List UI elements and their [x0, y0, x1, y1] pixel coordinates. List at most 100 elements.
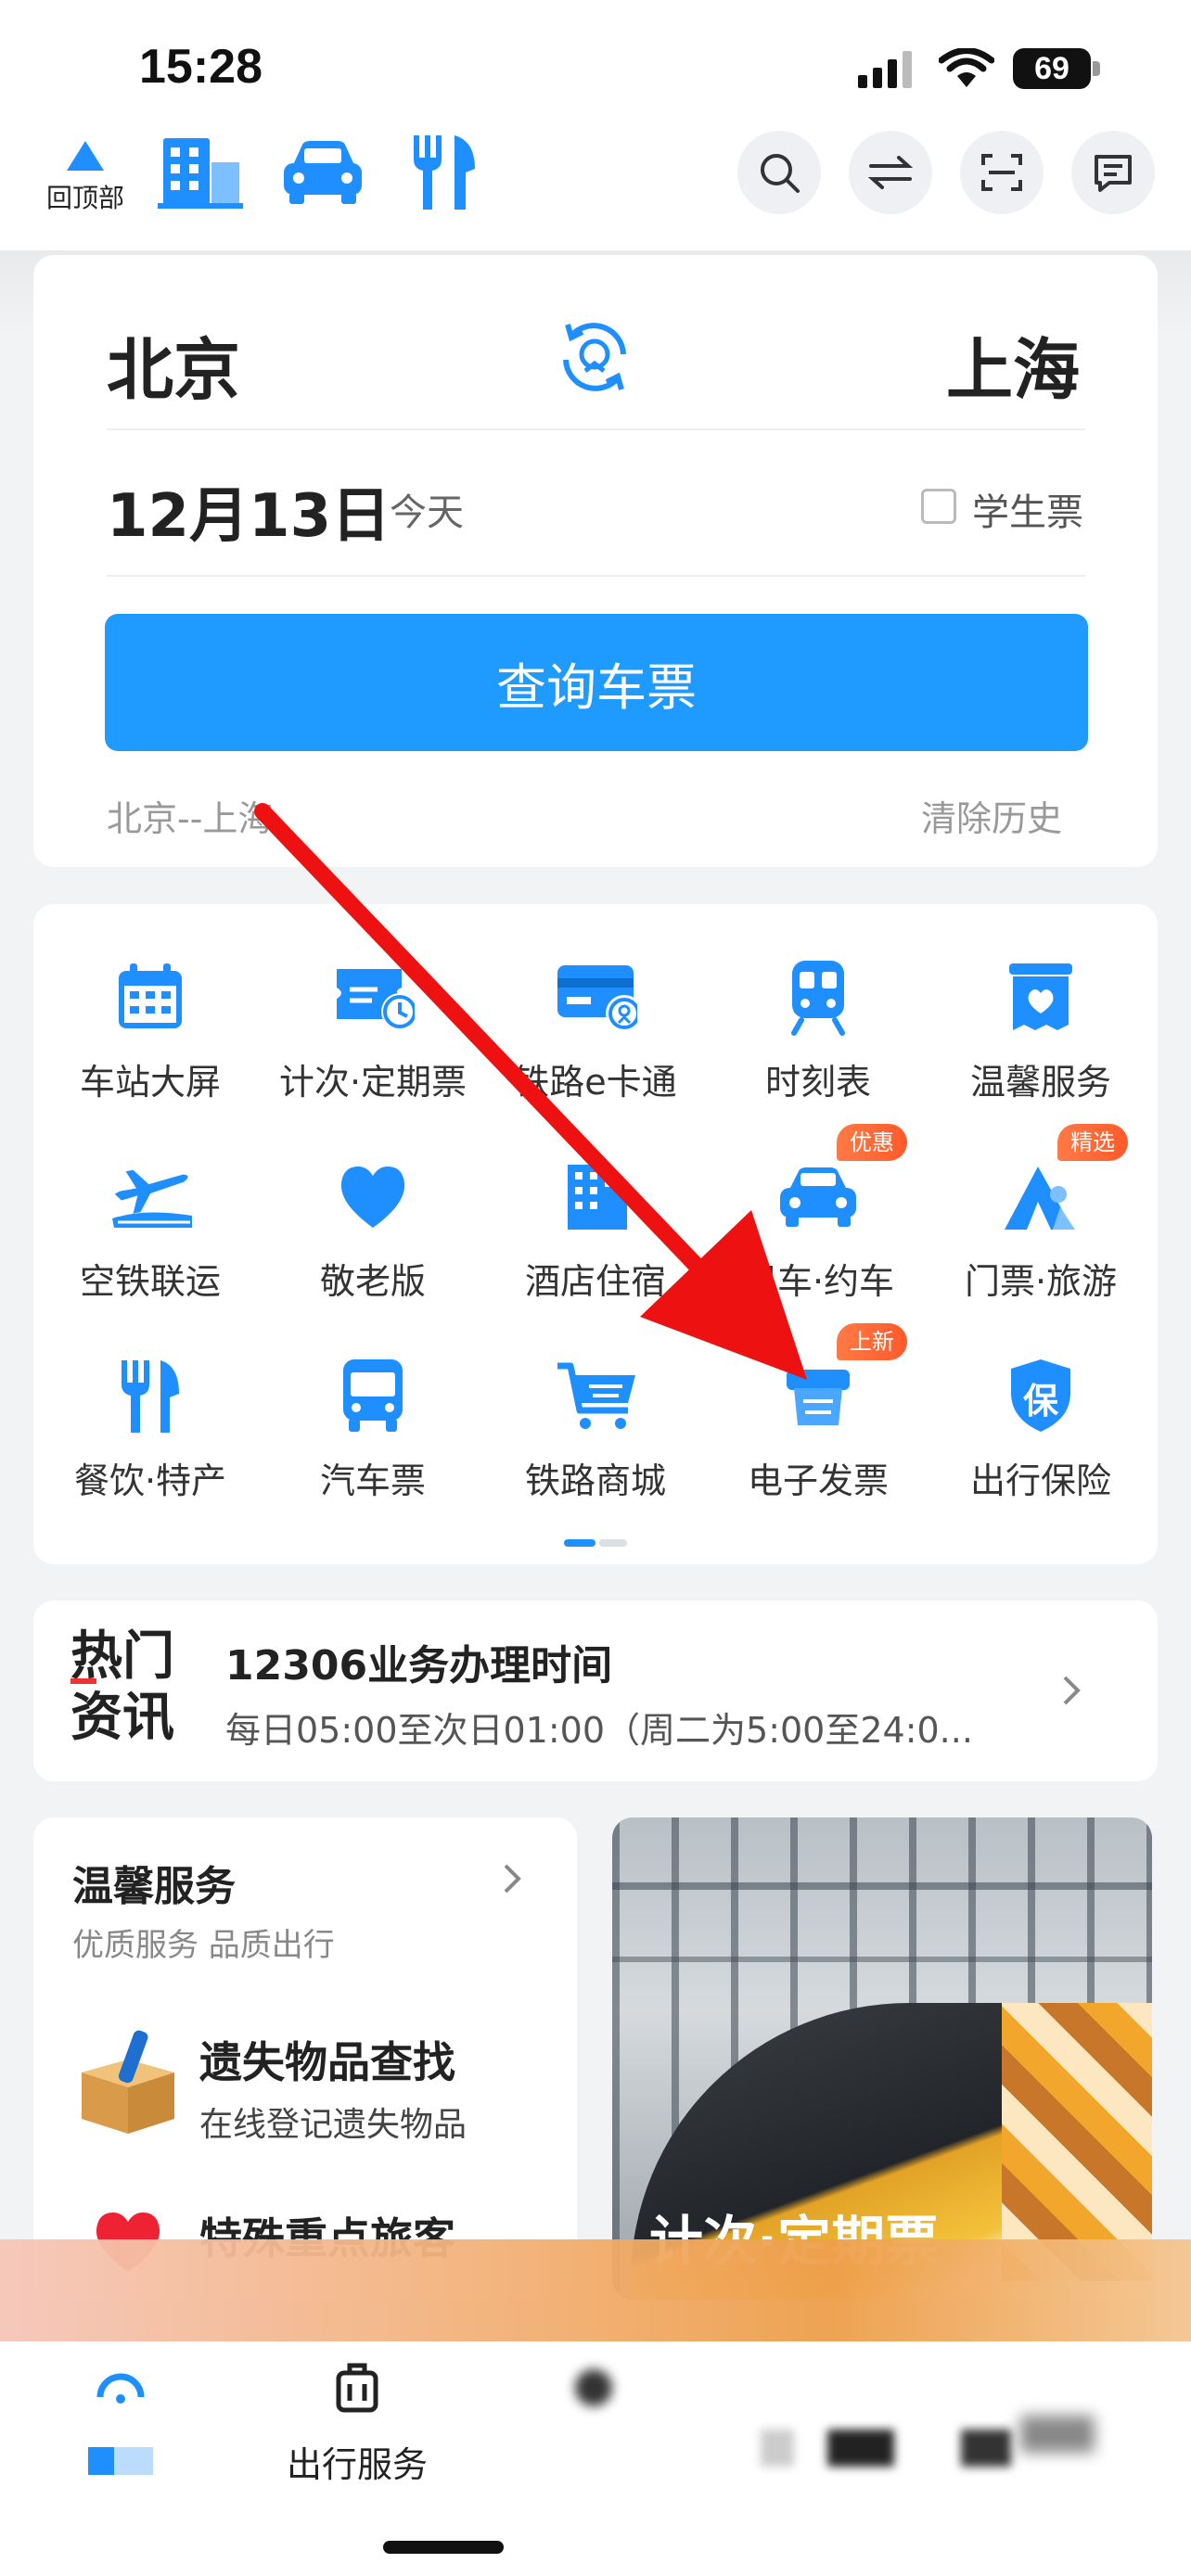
page-indicator-active	[564, 1539, 596, 1547]
message-button[interactable]	[1071, 131, 1155, 214]
tab-travel-service[interactable]: 出行服务	[269, 2360, 445, 2499]
grid-item-hotel[interactable]: 酒店住宿	[484, 1145, 707, 1331]
grid-item-warm-service[interactable]: 温馨服务	[929, 946, 1152, 1131]
clear-history-button[interactable]: 清除历史	[921, 790, 1062, 841]
chevron-right-icon	[504, 1864, 521, 1894]
switch-icon	[867, 156, 914, 189]
grid-item-label: 空铁联运	[79, 1261, 221, 1302]
divider	[107, 575, 1085, 577]
student-ticket-checkbox[interactable]	[921, 489, 956, 524]
from-city[interactable]: 北京	[107, 315, 240, 413]
battery-icon: 69	[1013, 48, 1091, 89]
grid-item-periodic-ticket[interactable]: 计次·定期票	[262, 946, 484, 1131]
tab-home[interactable]	[56, 2360, 186, 2499]
grid-item-e-invoice[interactable]: 电子发票	[707, 1345, 929, 1530]
cart-icon	[557, 1362, 635, 1429]
blurred-tab-label	[88, 2447, 153, 2475]
grid-item-rail-ecard[interactable]: 铁路e卡通	[484, 946, 707, 1131]
signal-icon	[858, 51, 912, 88]
grid-item-label: 时刻表	[764, 1062, 871, 1103]
back-to-top-label: 回顶部	[45, 183, 124, 213]
grid-item-label: 铁路e卡通	[514, 1062, 677, 1103]
grid-item-label: 酒店住宿	[524, 1261, 666, 1302]
shield-label: 保	[1022, 1381, 1058, 1422]
featured-badge: 精选	[1057, 1124, 1128, 1161]
dining-icon[interactable]	[410, 132, 479, 211]
invoice-icon	[787, 1370, 850, 1425]
grid-item-timetable[interactable]: 时刻表	[707, 946, 929, 1131]
grid-item-label: 车站大屏	[79, 1062, 221, 1103]
card-icon	[557, 965, 637, 1032]
tab-label: 出行服务	[286, 2444, 428, 2485]
hotel-icon	[568, 1165, 627, 1230]
luggage-icon	[336, 2363, 378, 2413]
search-button[interactable]	[737, 131, 821, 214]
grid-item-label: 餐饮·特产	[73, 1460, 227, 1501]
home-icon	[96, 2373, 145, 2404]
hot-news-tag: 热门 资讯	[70, 1626, 174, 1748]
to-city[interactable]: 上海	[946, 315, 1080, 413]
heart-box-icon	[1009, 963, 1072, 1030]
triangle-up-icon	[67, 141, 104, 171]
blurred-tab-icon	[575, 2369, 612, 2406]
bus-icon	[343, 1359, 403, 1432]
mountain-icon	[1005, 1167, 1075, 1230]
calendar-icon	[119, 963, 182, 1028]
battery-level: 69	[1034, 51, 1069, 86]
query-tickets-label: 查询车票	[496, 657, 697, 717]
hotel-icon[interactable]	[158, 134, 243, 210]
lost-items-title[interactable]: 遗失物品查找	[199, 2029, 455, 2090]
heart-icon	[340, 1167, 405, 1228]
day-label: 今天	[390, 491, 464, 534]
promo-banner[interactable]: 计次·定期票	[612, 1817, 1152, 2300]
blurred-banner	[0, 2239, 1191, 2341]
grid-item-label: 汽车票	[319, 1460, 426, 1501]
blurred-tab-icon	[1020, 2416, 1095, 2453]
lost-items-desc: 在线登记遗失物品	[199, 2106, 467, 2144]
message-icon	[1095, 155, 1132, 192]
grid-item-label: 电子发票	[747, 1460, 889, 1501]
history-route[interactable]: 北京--上海	[107, 790, 273, 841]
new-badge: 上新	[837, 1323, 907, 1360]
grid-item-dining[interactable]: 餐饮·特产	[39, 1345, 262, 1530]
scan-button[interactable]	[960, 131, 1044, 214]
scan-icon	[981, 154, 1022, 191]
grid-item-label: 门票·旅游	[964, 1261, 1118, 1302]
grid-item-label: 温馨服务	[969, 1062, 1111, 1103]
back-to-top-button[interactable]: 回顶部	[39, 139, 132, 213]
grid-item-bus-ticket[interactable]: 汽车票	[262, 1345, 484, 1530]
train-icon	[791, 961, 845, 1036]
grid-item-label: 计次·定期票	[278, 1062, 467, 1103]
news-title: 12306业务办理时间	[225, 1642, 613, 1690]
grid-item-air-rail[interactable]: 空铁联运	[39, 1145, 262, 1331]
switch-button[interactable]	[849, 131, 932, 214]
search-icon	[761, 154, 800, 193]
hot-news-tag-line2: 资讯	[70, 1687, 174, 1748]
wifi-icon	[939, 48, 994, 87]
grid-item-label: 铁路商城	[524, 1460, 666, 1501]
ticket-clock-icon	[337, 969, 415, 1030]
grid-item-station-screen[interactable]: 车站大屏	[39, 946, 262, 1131]
hot-mark	[70, 1678, 96, 1684]
page-indicator-inactive	[599, 1539, 627, 1547]
grid-item-elderly-mode[interactable]: 敬老版	[262, 1145, 484, 1331]
grid-item-label: 租车·约车	[741, 1261, 895, 1302]
car-icon	[780, 1167, 856, 1227]
query-tickets-button[interactable]: 查询车票	[105, 614, 1088, 751]
dining-icon	[122, 1360, 179, 1433]
grid-item-car-rental[interactable]: 租车·约车	[707, 1145, 929, 1331]
grid-item-tickets-travel[interactable]: 门票·旅游	[929, 1145, 1152, 1331]
swap-stations-icon[interactable]	[555, 317, 634, 397]
chevron-right-icon	[1063, 1676, 1081, 1705]
battery-tip	[1093, 61, 1100, 76]
car-icon[interactable]	[280, 137, 365, 206]
warm-service-title: 温馨服务	[72, 1863, 236, 1910]
promo-badge: 优惠	[837, 1124, 907, 1161]
warm-service-subtitle: 优质服务 品质出行	[72, 1927, 335, 1964]
home-indicator[interactable]	[383, 2541, 504, 2554]
grid-item-label: 出行保险	[969, 1460, 1111, 1501]
grid-item-travel-insurance[interactable]: 保 出行保险	[929, 1345, 1152, 1530]
travel-date[interactable]: 12月13日	[107, 468, 391, 554]
grid-item-rail-mall[interactable]: 铁路商城	[484, 1345, 707, 1530]
divider	[107, 428, 1085, 430]
